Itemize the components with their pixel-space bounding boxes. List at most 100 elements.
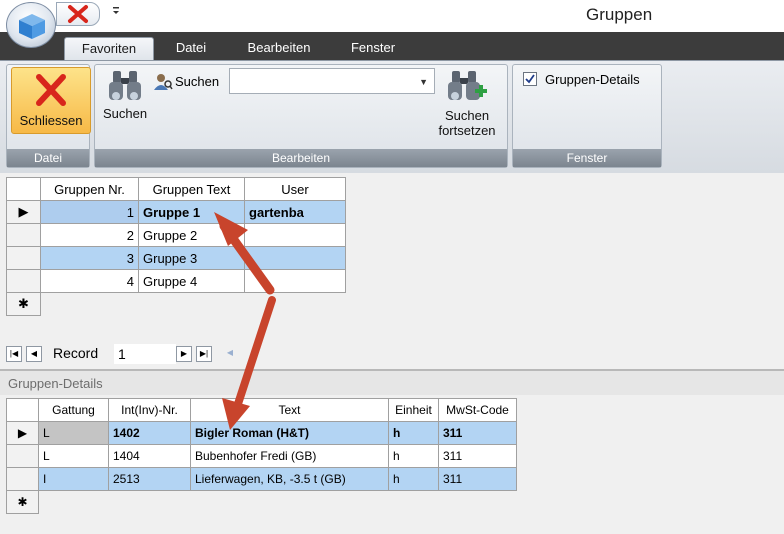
cell-gruppen-nr[interactable]: 3 bbox=[40, 246, 139, 270]
cell-einheit[interactable]: h bbox=[388, 421, 439, 445]
tab-fenster[interactable]: Fenster bbox=[336, 37, 410, 61]
table-row[interactable]: 3 Gruppe 3 bbox=[6, 246, 346, 270]
column-header-gruppen-nr[interactable]: Gruppen Nr. bbox=[40, 177, 139, 201]
cell-gruppen-nr[interactable]: 1 bbox=[40, 200, 139, 224]
checkbox-check-icon bbox=[525, 74, 535, 84]
cell-text[interactable]: Lieferwagen, KB, -3.5 t (GB) bbox=[190, 467, 389, 491]
column-header-user[interactable]: User bbox=[244, 177, 346, 201]
table-row[interactable]: 2 Gruppe 2 bbox=[6, 223, 346, 247]
search-combobox[interactable]: ▼ bbox=[229, 68, 435, 94]
cell-mwst-code[interactable]: 311 bbox=[438, 421, 517, 445]
groups-grid: Gruppen Nr. Gruppen Text User ▶ 1 Gruppe… bbox=[6, 177, 346, 316]
details-pane: Gattung Int(Inv)-Nr. Text Einheit MwSt-C… bbox=[0, 395, 784, 534]
tab-favoriten[interactable]: Favoriten bbox=[64, 37, 154, 61]
window-title: Gruppen bbox=[586, 5, 653, 24]
app-orb-icon bbox=[19, 14, 45, 39]
quick-access-close-button[interactable] bbox=[56, 2, 100, 26]
cell-int-nr[interactable]: 2513 bbox=[108, 467, 191, 491]
cell-user[interactable] bbox=[244, 223, 346, 247]
search-button-label: Suchen bbox=[102, 106, 148, 121]
app-menu-button[interactable] bbox=[6, 2, 56, 48]
new-record-button[interactable]: ◀ bbox=[222, 346, 238, 362]
details-checkbox-label[interactable]: Gruppen-Details bbox=[545, 72, 640, 87]
new-row-marker[interactable]: ✱ bbox=[6, 490, 39, 514]
close-x-icon bbox=[68, 5, 88, 23]
quick-access-customize-icon[interactable] bbox=[110, 4, 122, 20]
cell-mwst-code[interactable]: 311 bbox=[438, 444, 517, 468]
row-selector-header bbox=[6, 177, 41, 201]
binoculars-plus-icon bbox=[448, 71, 487, 100]
grid-header-row: Gruppen Nr. Gruppen Text User bbox=[6, 177, 346, 201]
cell-user[interactable]: gartenba bbox=[244, 200, 346, 224]
new-record-row[interactable]: ✱ bbox=[6, 490, 517, 514]
row-selector[interactable] bbox=[6, 246, 41, 270]
record-number-input[interactable]: 1 bbox=[114, 344, 176, 364]
cell-einheit[interactable]: h bbox=[388, 467, 439, 491]
row-selector[interactable] bbox=[6, 223, 41, 247]
last-record-button[interactable]: ▶| bbox=[196, 346, 212, 362]
group-datei: Schliessen Datei bbox=[6, 64, 91, 168]
cell-einheit[interactable]: h bbox=[388, 444, 439, 468]
current-row-marker[interactable]: ▶ bbox=[6, 421, 39, 445]
cell-text[interactable]: Bigler Roman (H&T) bbox=[190, 421, 389, 445]
cell-gruppen-text[interactable]: Gruppe 1 bbox=[138, 200, 245, 224]
row-selector[interactable] bbox=[6, 444, 39, 468]
group-label-fenster: Fenster bbox=[513, 149, 661, 167]
grid-header-row: Gattung Int(Inv)-Nr. Text Einheit MwSt-C… bbox=[6, 398, 517, 422]
cell-mwst-code[interactable]: 311 bbox=[438, 467, 517, 491]
cell-gruppen-text[interactable]: Gruppe 3 bbox=[138, 246, 245, 270]
cell-gruppen-text[interactable]: Gruppe 2 bbox=[138, 223, 245, 247]
groups-pane: Gruppen Nr. Gruppen Text User ▶ 1 Gruppe… bbox=[0, 173, 784, 369]
new-record-row[interactable]: ✱ bbox=[6, 292, 346, 316]
record-label: Record bbox=[53, 345, 99, 361]
column-header-int-nr[interactable]: Int(Inv)-Nr. bbox=[108, 398, 191, 422]
cell-gattung[interactable]: L bbox=[38, 421, 109, 445]
column-header-gruppen-text[interactable]: Gruppen Text bbox=[138, 177, 245, 201]
details-grid: Gattung Int(Inv)-Nr. Text Einheit MwSt-C… bbox=[6, 398, 517, 514]
cell-int-nr[interactable]: 1404 bbox=[108, 444, 191, 468]
cell-gattung[interactable]: I bbox=[38, 467, 109, 491]
cell-gattung[interactable]: L bbox=[38, 444, 109, 468]
column-header-einheit[interactable]: Einheit bbox=[388, 398, 439, 422]
cell-int-nr[interactable]: 1402 bbox=[108, 421, 191, 445]
binoculars-icon bbox=[109, 71, 141, 100]
column-header-mwst-code[interactable]: MwSt-Code bbox=[438, 398, 517, 422]
close-button-label: Schliessen bbox=[19, 113, 83, 128]
cell-gruppen-nr[interactable]: 2 bbox=[40, 223, 139, 247]
row-selector-header bbox=[6, 398, 39, 422]
previous-record-button[interactable]: ◀ bbox=[26, 346, 42, 362]
chevron-down-icon[interactable]: ▼ bbox=[419, 77, 428, 87]
row-selector[interactable] bbox=[6, 467, 39, 491]
cell-gruppen-nr[interactable]: 4 bbox=[40, 269, 139, 293]
group-label-datei: Datei bbox=[7, 149, 89, 167]
details-checkbox[interactable] bbox=[523, 72, 537, 86]
user-search-icon bbox=[153, 73, 173, 94]
continue-search-button[interactable]: Suchen fortsetzen bbox=[431, 69, 503, 149]
title-bar: Gruppen bbox=[0, 0, 784, 48]
cell-text[interactable]: Bubenhofer Fredi (GB) bbox=[190, 444, 389, 468]
table-row[interactable]: L 1404 Bubenhofer Fredi (GB) h 311 bbox=[6, 444, 517, 468]
details-pane-title: Gruppen-Details bbox=[8, 376, 103, 391]
next-record-button[interactable]: ▶ bbox=[176, 346, 192, 362]
table-row[interactable]: ▶ 1 Gruppe 1 gartenba bbox=[6, 200, 346, 224]
ribbon-tab-bar: Favoriten Datei Bearbeiten Fenster bbox=[0, 32, 784, 61]
first-record-button[interactable]: |◀ bbox=[6, 346, 22, 362]
cell-user[interactable] bbox=[244, 269, 346, 293]
table-row[interactable]: ▶ L 1402 Bigler Roman (H&T) h 311 bbox=[6, 421, 517, 445]
row-selector[interactable] bbox=[6, 269, 41, 293]
continue-search-label-2: fortsetzen bbox=[438, 123, 496, 138]
column-header-text[interactable]: Text bbox=[190, 398, 389, 422]
new-row-marker[interactable]: ✱ bbox=[6, 292, 41, 316]
continue-search-label-1: Suchen bbox=[444, 108, 490, 123]
tab-bearbeiten[interactable]: Bearbeiten bbox=[232, 37, 326, 61]
ribbon: Schliessen Datei Suchen Suchen ▼ Suchen … bbox=[0, 60, 784, 173]
current-row-marker[interactable]: ▶ bbox=[6, 200, 41, 224]
close-button[interactable]: Schliessen bbox=[11, 67, 91, 134]
table-row[interactable]: 4 Gruppe 4 bbox=[6, 269, 346, 293]
search-button[interactable]: Suchen bbox=[99, 69, 151, 135]
cell-gruppen-text[interactable]: Gruppe 4 bbox=[138, 269, 245, 293]
column-header-gattung[interactable]: Gattung bbox=[38, 398, 109, 422]
table-row[interactable]: I 2513 Lieferwagen, KB, -3.5 t (GB) h 31… bbox=[6, 467, 517, 491]
tab-datei[interactable]: Datei bbox=[160, 37, 222, 61]
cell-user[interactable] bbox=[244, 246, 346, 270]
